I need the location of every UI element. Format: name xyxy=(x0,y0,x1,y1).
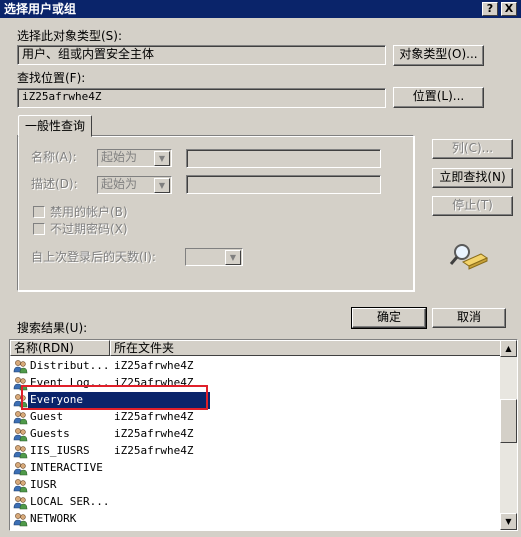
highlight-box xyxy=(21,385,208,410)
list-item[interactable]: NETWORK xyxy=(10,511,501,528)
search-results-list[interactable]: 名称(RDN) 所在文件夹 Distribut... iZ25afrwhe4Z Ev… xyxy=(9,339,518,531)
search-magnifier-icon xyxy=(449,244,489,270)
user-group-icon xyxy=(13,496,28,510)
find-now-button[interactable]: 立即查找(N) xyxy=(432,168,513,188)
item-name: Distribut... xyxy=(30,359,110,372)
item-name: IUSR xyxy=(30,478,57,491)
item-folder: iZ25afrwhe4Z xyxy=(114,427,194,440)
list-item[interactable]: IUSR xyxy=(10,477,501,494)
search-results-label: 搜索结果(U): xyxy=(17,321,88,335)
item-name: Guests xyxy=(30,427,70,440)
user-group-icon xyxy=(13,411,28,425)
description-mode-select[interactable]: 起始为 ▼ xyxy=(97,176,172,194)
chevron-down-icon: ▼ xyxy=(154,178,170,193)
vertical-scrollbar[interactable]: ▲ ▼ xyxy=(500,340,517,530)
object-type-label: 选择此对象类型(S): xyxy=(17,29,123,43)
object-type-field: 用户、组或内置安全主体 xyxy=(17,45,386,65)
item-name: IIS_IUSRS xyxy=(30,444,90,457)
cancel-button[interactable]: 取消 xyxy=(432,308,506,328)
days-since-logon-label: 自上次登录后的天数(I): xyxy=(31,250,156,264)
title-bar: 选择用户或组 ? X xyxy=(0,0,521,18)
column-header-folder[interactable]: 所在文件夹 xyxy=(110,340,501,356)
name-mode-select[interactable]: 起始为 ▼ xyxy=(97,149,172,167)
tab-common-queries[interactable]: 一般性查询 xyxy=(18,115,92,137)
window-title: 选择用户或组 xyxy=(4,2,77,16)
item-folder: iZ25afrwhe4Z xyxy=(114,410,194,423)
description-label: 描述(D): xyxy=(31,177,78,191)
item-folder: iZ25afrwhe4Z xyxy=(114,529,193,530)
user-group-icon xyxy=(13,428,28,442)
item-folder: iZ25afrwhe4Z xyxy=(114,359,194,372)
close-button[interactable]: X xyxy=(501,2,517,16)
item-name: INTERACTIVE xyxy=(30,461,103,474)
item-name: LOCAL SER... xyxy=(30,495,110,508)
location-field: iZ25afrwhe4Z xyxy=(17,88,386,108)
location-label: 查找位置(F): xyxy=(17,71,86,85)
help-button[interactable]: ? xyxy=(482,2,498,16)
list-item[interactable]: Guests iZ25afrwhe4Z xyxy=(10,426,501,443)
list-item[interactable]: IIS_IUSRS iZ25afrwhe4Z xyxy=(10,443,501,460)
item-name: NETWORK xyxy=(30,512,77,525)
scroll-down-icon[interactable]: ▼ xyxy=(500,513,517,530)
chevron-down-icon: ▼ xyxy=(154,151,170,166)
item-folder: iZ25afrwhe4Z xyxy=(114,444,194,457)
list-item[interactable]: INTERACTIVE xyxy=(10,460,501,477)
user-group-icon xyxy=(13,445,28,459)
non-expiring-password-checkbox[interactable] xyxy=(33,223,45,235)
chevron-down-icon: ▼ xyxy=(225,250,241,265)
list-item[interactable]: Guest iZ25afrwhe4Z xyxy=(10,409,501,426)
scroll-up-icon[interactable]: ▲ xyxy=(500,340,517,357)
description-input[interactable] xyxy=(186,175,381,194)
stop-button[interactable]: 停止(T) xyxy=(432,196,513,216)
column-header-name[interactable]: 名称(RDN) xyxy=(10,340,110,356)
disabled-accounts-checkbox[interactable] xyxy=(33,206,45,218)
list-item[interactable]: Network C... iZ25afrwhe4Z xyxy=(10,528,501,531)
columns-button[interactable]: 列(C)... xyxy=(432,139,513,159)
user-group-icon xyxy=(13,529,28,531)
days-since-logon-select[interactable]: ▼ xyxy=(185,248,243,266)
user-group-icon xyxy=(13,479,28,493)
user-group-icon xyxy=(13,462,28,476)
scroll-thumb[interactable] xyxy=(500,399,517,443)
name-mode-value: 起始为 xyxy=(101,150,138,164)
list-item[interactable]: LOCAL SER... xyxy=(10,494,501,511)
name-input[interactable] xyxy=(186,149,381,168)
non-expiring-password-label: 不过期密码(X) xyxy=(50,222,128,236)
object-types-button[interactable]: 对象类型(O)... xyxy=(393,45,484,66)
disabled-accounts-label: 禁用的帐户(B) xyxy=(50,205,128,219)
list-item[interactable]: Distribut... iZ25afrwhe4Z xyxy=(10,358,501,375)
user-group-icon xyxy=(13,513,28,527)
item-name: Guest xyxy=(30,410,64,423)
ok-button[interactable]: 确定 xyxy=(351,307,427,329)
name-label: 名称(A): xyxy=(31,150,77,164)
locations-button[interactable]: 位置(L)... xyxy=(393,87,484,108)
user-group-icon xyxy=(13,360,28,374)
description-mode-value: 起始为 xyxy=(101,177,138,191)
item-name: Network C... xyxy=(30,529,109,530)
